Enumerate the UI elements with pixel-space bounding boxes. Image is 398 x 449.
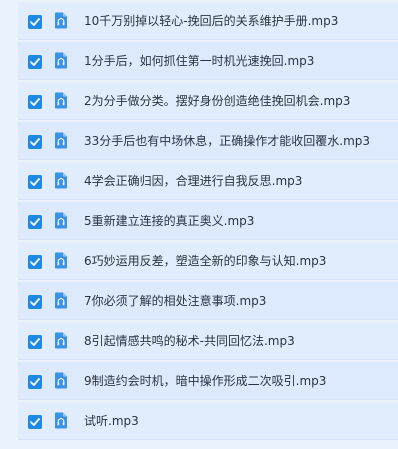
audio-file-icon	[54, 212, 68, 229]
file-name: 6巧妙运用反差，塑造全新的印象与认知.mp3	[84, 254, 327, 268]
file-checkbox[interactable]	[28, 175, 42, 189]
file-row[interactable]: 6巧妙运用反差，塑造全新的印象与认知.mp3	[18, 242, 398, 280]
file-checkbox[interactable]	[28, 295, 42, 309]
audio-file-icon	[54, 252, 68, 269]
check-icon	[30, 218, 40, 226]
file-name: 10千万别掉以轻心-挽回后的关系维护手册.mp3	[84, 14, 339, 28]
file-name: 2为分手做分类。摆好身份创造绝佳挽回机会.mp3	[84, 94, 351, 108]
audio-file-icon	[54, 412, 68, 429]
check-icon	[30, 298, 40, 306]
check-icon	[30, 178, 40, 186]
file-checkbox[interactable]	[28, 95, 42, 109]
file-checkbox[interactable]	[28, 375, 42, 389]
file-name: 5重新建立连接的真正奥义.mp3	[84, 214, 255, 228]
file-name: 1分手后，如何抓住第一时机光速挽回.mp3	[84, 54, 315, 68]
file-row[interactable]: 7你必须了解的相处注意事项.mp3	[18, 282, 398, 320]
audio-file-icon	[54, 52, 68, 69]
audio-file-icon	[54, 92, 68, 109]
file-row[interactable]: 33分手后也有中场休息，正确操作才能收回覆水.mp3	[18, 122, 398, 160]
audio-file-icon	[54, 132, 68, 149]
file-checkbox[interactable]	[28, 135, 42, 149]
file-checkbox[interactable]	[28, 15, 42, 29]
file-row[interactable]: 试听.mp3	[18, 402, 398, 440]
check-icon	[30, 378, 40, 386]
check-icon	[30, 58, 40, 66]
file-row[interactable]: 1分手后，如何抓住第一时机光速挽回.mp3	[18, 42, 398, 80]
file-row[interactable]: 4学会正确归因，合理进行自我反思.mp3	[18, 162, 398, 200]
file-checkbox[interactable]	[28, 335, 42, 349]
check-icon	[30, 418, 40, 426]
audio-file-icon	[54, 172, 68, 189]
check-icon	[30, 18, 40, 26]
file-row[interactable]: 5重新建立连接的真正奥义.mp3	[18, 202, 398, 240]
file-list: 10千万别掉以轻心-挽回后的关系维护手册.mp3 1分手后，如何抓住第一时机光速…	[0, 0, 398, 449]
file-name: 33分手后也有中场休息，正确操作才能收回覆水.mp3	[84, 134, 371, 148]
file-checkbox[interactable]	[28, 215, 42, 229]
file-checkbox[interactable]	[28, 415, 42, 429]
file-checkbox[interactable]	[28, 255, 42, 269]
file-name: 4学会正确归因，合理进行自我反思.mp3	[84, 174, 303, 188]
file-row[interactable]: 10千万别掉以轻心-挽回后的关系维护手册.mp3	[18, 2, 398, 40]
check-icon	[30, 98, 40, 106]
file-name: 8引起情感共鸣的秘术-共同回忆法.mp3	[84, 334, 295, 348]
file-row[interactable]: 8引起情感共鸣的秘术-共同回忆法.mp3	[18, 322, 398, 360]
check-icon	[30, 338, 40, 346]
file-row[interactable]: 9制造约会时机，暗中操作形成二次吸引.mp3	[18, 362, 398, 400]
audio-file-icon	[54, 12, 68, 29]
check-icon	[30, 258, 40, 266]
audio-file-icon	[54, 332, 68, 349]
file-name: 9制造约会时机，暗中操作形成二次吸引.mp3	[84, 374, 327, 388]
file-name: 7你必须了解的相处注意事项.mp3	[84, 294, 267, 308]
file-row[interactable]: 2为分手做分类。摆好身份创造绝佳挽回机会.mp3	[18, 82, 398, 120]
file-name: 试听.mp3	[84, 414, 139, 428]
file-checkbox[interactable]	[28, 55, 42, 69]
check-icon	[30, 138, 40, 146]
audio-file-icon	[54, 372, 68, 389]
audio-file-icon	[54, 292, 68, 309]
